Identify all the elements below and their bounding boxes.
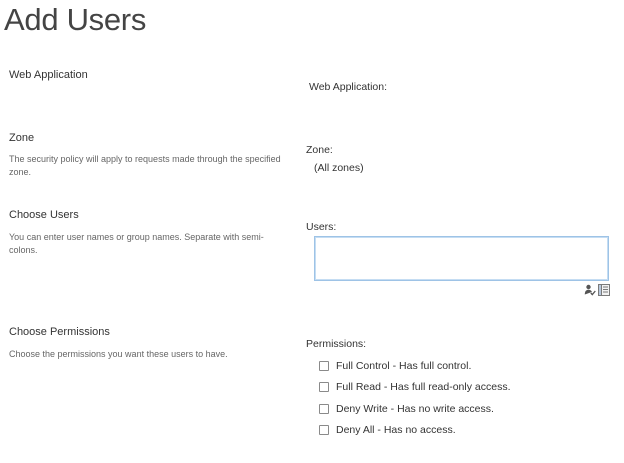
page-title: Add Users [4,2,147,37]
address-book-icon[interactable] [598,283,610,296]
zone-label: Zone: [306,144,333,156]
person-check-icon-graphic [584,284,596,296]
add-users-page: Add Users Web Application Zone The secur… [0,0,624,463]
choose-permissions-section-description: Choose the permissions you want these us… [9,349,228,359]
address-book-icon-graphic [598,284,610,296]
users-input[interactable] [314,236,609,281]
zone-section-description: The security policy will apply to reques… [9,154,281,177]
full-read-checkbox[interactable] [319,382,329,392]
choose-users-section-description: You can enter user names or group names.… [9,232,264,255]
web-application-section-title: Web Application [9,69,88,81]
choose-permissions-section-title: Choose Permissions [9,326,110,338]
full-control-label[interactable]: Full Control - Has full control. [336,360,471,372]
permission-option-full-read: Full Read - Has full read-only access. [319,380,511,394]
permission-option-full-control: Full Control - Has full control. [319,359,471,373]
permissions-label: Permissions: [306,338,367,350]
permission-option-deny-write: Deny Write - Has no write access. [319,402,494,416]
deny-write-checkbox[interactable] [319,404,329,414]
zone-value: (All zones) [314,162,364,174]
permission-option-deny-all: Deny All - Has no access. [319,423,456,437]
deny-all-label[interactable]: Deny All - Has no access. [336,424,456,436]
choose-users-section-title: Choose Users [9,209,79,221]
users-label: Users: [306,221,337,233]
person-check-icon[interactable] [584,283,596,296]
web-application-label: Web Application: [309,81,388,93]
zone-section-title: Zone [9,132,35,144]
deny-all-checkbox[interactable] [319,425,329,435]
deny-write-label[interactable]: Deny Write - Has no write access. [336,403,494,415]
full-control-checkbox[interactable] [319,361,329,371]
full-read-label[interactable]: Full Read - Has full read-only access. [336,381,511,393]
